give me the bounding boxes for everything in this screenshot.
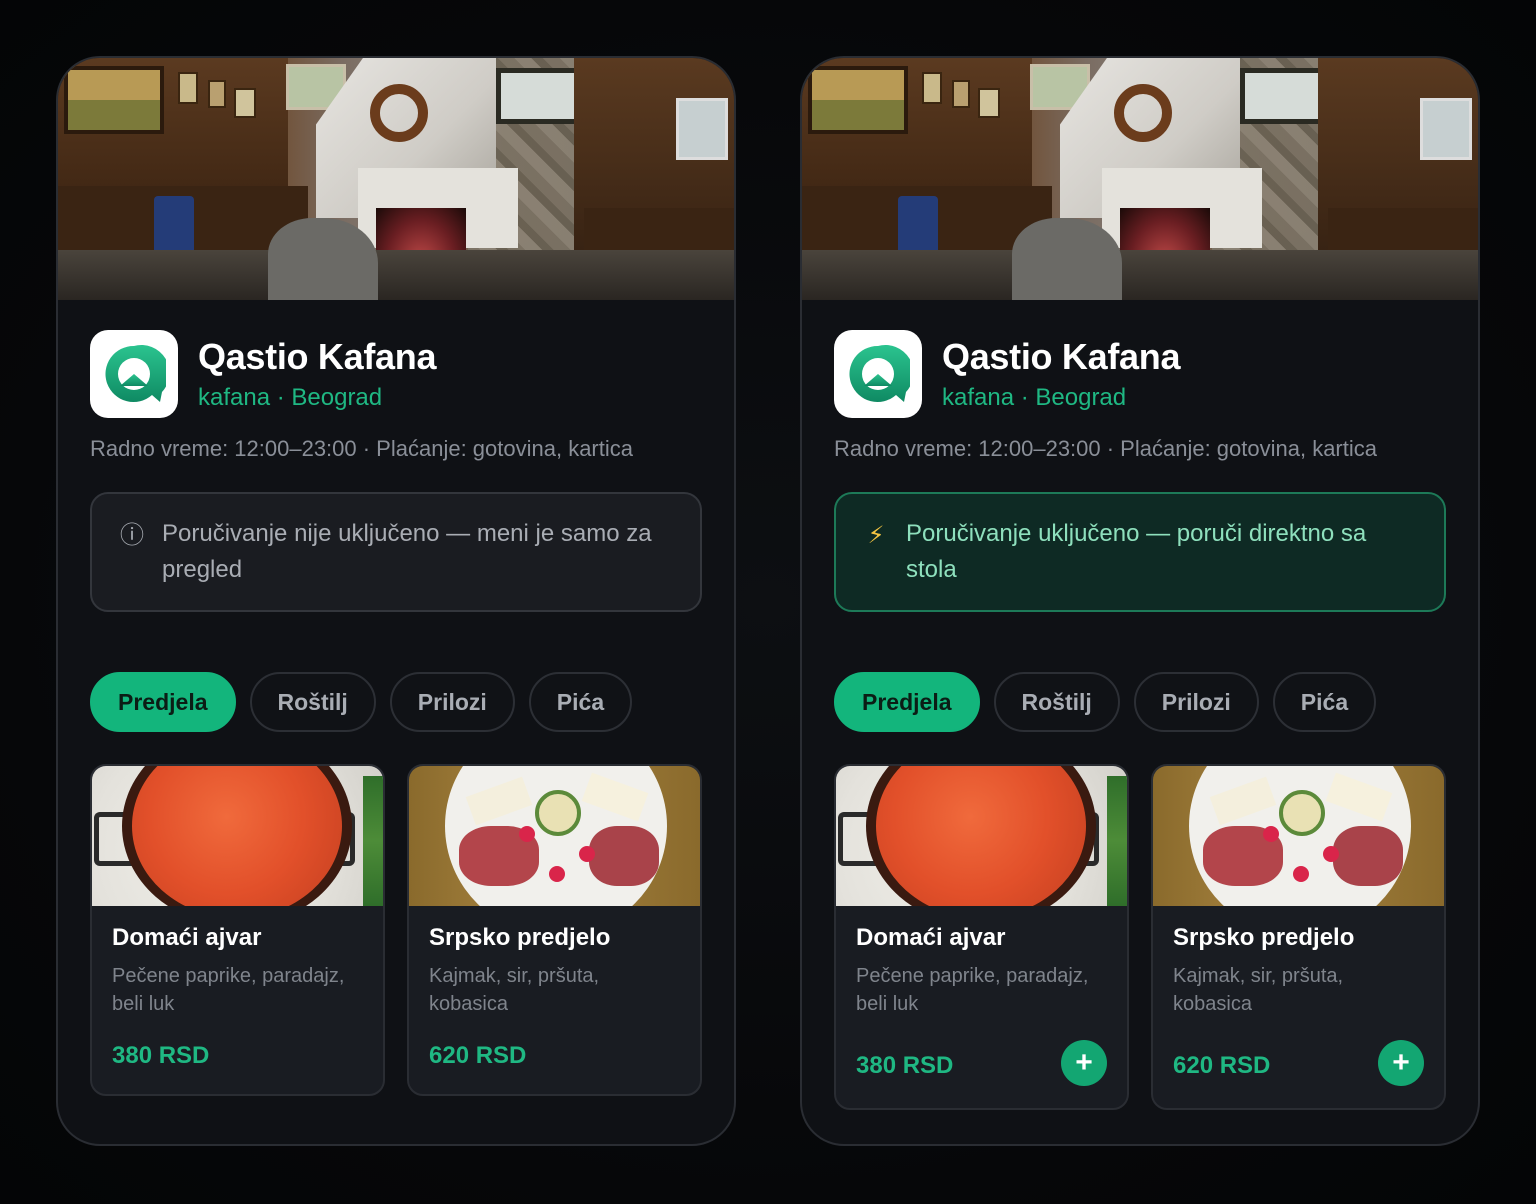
dish-list: Domaći ajvar Pečene paprike, paradajz, b… <box>834 764 1446 1110</box>
phone-preview-ordering-on: Qastio Kafana kafana · Beograd Radno vre… <box>800 56 1480 1146</box>
venue-name: Qastio Kafana <box>198 336 437 377</box>
dish-name: Srpsko predjelo <box>429 924 611 951</box>
venue-header: Qastio Kafana kafana · Beograd <box>834 330 1446 418</box>
info-icon: ⓘ <box>120 522 144 549</box>
ordering-status-text: Poručivanje uključeno — poruči direktno … <box>906 520 1367 583</box>
lightning-icon: ⚡ <box>867 522 885 549</box>
venue-category-city: kafana · Beograd <box>942 384 1127 411</box>
venue-hours-payment: Radno vreme: 12:00–23:00 · Plaćanje: got… <box>834 436 1377 461</box>
venue-category-city: kafana · Beograd <box>198 384 383 411</box>
dish-name: Domaći ajvar <box>856 924 1006 951</box>
venue-cover-photo <box>802 58 1478 300</box>
qastio-logo-icon <box>834 330 922 418</box>
dish-description: Pečene paprike, paradajz, beli luk <box>856 965 1089 1015</box>
dish-card[interactable]: Srpsko predjelo Kajmak, sir, pršuta, kob… <box>407 764 702 1096</box>
tab-predjela[interactable]: Predjela <box>834 672 980 732</box>
tab-prilozi[interactable]: Prilozi <box>1133 672 1259 732</box>
ordering-status-notice: ⚡ Poručivanje uključeno — poruči direktn… <box>834 492 1446 612</box>
dish-photo <box>92 766 383 906</box>
venue-cover-photo <box>58 58 734 300</box>
dish-photo <box>409 766 700 906</box>
dish-photo <box>836 766 1127 906</box>
dish-description: Kajmak, sir, pršuta, kobasica <box>1173 965 1344 1015</box>
tab-rostilj[interactable]: Roštilj <box>993 672 1120 732</box>
tab-pica[interactable]: Pića <box>528 672 633 732</box>
tab-predjela[interactable]: Predjela <box>90 672 236 732</box>
venue-name: Qastio Kafana <box>942 336 1181 377</box>
dish-photo <box>1153 766 1444 906</box>
tab-rostilj[interactable]: Roštilj <box>249 672 376 732</box>
dish-price: 380 RSD <box>112 1042 210 1069</box>
phone-preview-ordering-off: Qastio Kafana kafana · Beograd Radno vre… <box>56 56 736 1146</box>
ordering-status-notice: ⓘ Poručivanje nije uključeno — meni je s… <box>90 492 702 612</box>
qastio-logo-icon <box>90 330 178 418</box>
dish-card[interactable]: Domaći ajvar Pečene paprike, paradajz, b… <box>90 764 385 1096</box>
dish-price: 620 RSD <box>1173 1052 1271 1079</box>
dish-description: Pečene paprike, paradajz, beli luk <box>112 965 345 1015</box>
venue-hours-payment: Radno vreme: 12:00–23:00 · Plaćanje: got… <box>90 436 633 461</box>
venue-header: Qastio Kafana kafana · Beograd <box>90 330 702 418</box>
dish-card[interactable]: Srpsko predjelo Kajmak, sir, pršuta, kob… <box>1151 764 1446 1110</box>
add-to-order-button[interactable]: + <box>1061 1040 1107 1086</box>
dish-price: 620 RSD <box>429 1042 527 1069</box>
dish-card[interactable]: Domaći ajvar Pečene paprike, paradajz, b… <box>834 764 1129 1110</box>
dish-price: 380 RSD <box>856 1052 954 1079</box>
category-tabs: Predjela Roštilj Prilozi Pića <box>834 672 1446 732</box>
dish-list: Domaći ajvar Pečene paprike, paradajz, b… <box>90 764 702 1096</box>
dish-description: Kajmak, sir, pršuta, kobasica <box>429 965 600 1015</box>
dish-name: Domaći ajvar <box>112 924 262 951</box>
ordering-status-text: Poručivanje nije uključeno — meni je sam… <box>162 520 652 583</box>
add-to-order-button[interactable]: + <box>1378 1040 1424 1086</box>
dish-name: Srpsko predjelo <box>1173 924 1355 951</box>
tab-pica[interactable]: Pića <box>1272 672 1377 732</box>
tab-prilozi[interactable]: Prilozi <box>389 672 515 732</box>
category-tabs: Predjela Roštilj Prilozi Pića <box>90 672 702 732</box>
